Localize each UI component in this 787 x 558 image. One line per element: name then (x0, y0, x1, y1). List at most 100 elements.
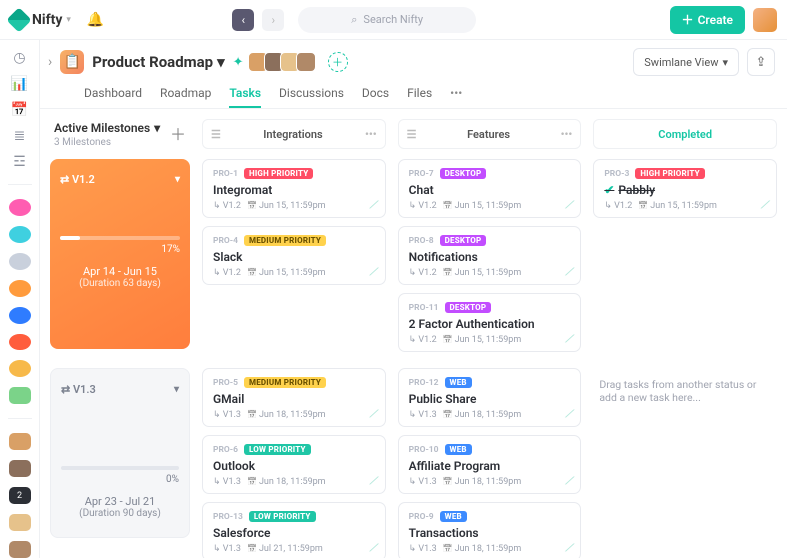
priority-pill: DESKTOP (440, 235, 487, 246)
task-card[interactable]: PRO-7 DESKTOP Chat ↳ V1.2 Jun 15, 11:59p… (398, 159, 582, 218)
milestone-version[interactable]: ⇄ V1.2▾ (60, 173, 180, 186)
task-title: Public Share (409, 392, 571, 406)
tab-dashboard[interactable]: Dashboard (84, 80, 142, 108)
tab-roadmap[interactable]: Roadmap (160, 80, 211, 108)
column-header-integrations[interactable]: ☰ Integrations ••• (202, 119, 386, 149)
assignee-icon[interactable]: ⟋ (370, 476, 377, 487)
task-title: GMail (213, 392, 375, 406)
calendar-icon[interactable]: 📅 (11, 102, 29, 118)
task-version: ↳ V1.3 (409, 544, 437, 554)
user-chip[interactable] (9, 433, 31, 450)
view-label: Swimlane View (644, 56, 718, 69)
column-menu-icon[interactable]: ••• (561, 128, 573, 141)
task-version: ↳ V1.3 (213, 410, 241, 420)
milestones-dropdown[interactable]: Active Milestones ▾ (54, 121, 160, 135)
task-id: PRO-1 (213, 169, 238, 179)
task-card[interactable]: PRO-13 LOW PRIORITY Salesforce ↳ V1.3 Ju… (202, 502, 386, 558)
milestone-duration: (Duration 63 days) (60, 278, 180, 289)
task-version: ↳ V1.2 (213, 201, 241, 211)
search-input[interactable]: ⌕ Search Nifty (298, 7, 476, 33)
nav-forward-button[interactable]: › (262, 9, 284, 31)
user-chip[interactable] (9, 460, 31, 477)
assignee-icon[interactable]: ⟋ (565, 267, 572, 278)
task-card[interactable]: PRO-12 WEB Public Share ↳ V1.3 Jun 18, 1… (398, 368, 582, 427)
priority-pill: WEB (445, 444, 472, 455)
milestone-card[interactable]: ⇄ V1.2▾ 17% Apr 14 - Jun 15 (Duration 63… (50, 159, 190, 349)
assignee-icon[interactable]: ⟋ (370, 267, 377, 278)
assignee-icon[interactable]: ⟋ (370, 200, 377, 211)
tasks-icon[interactable]: ☲ (11, 154, 29, 170)
priority-pill: LOW PRIORITY (249, 511, 316, 522)
task-card[interactable]: PRO-1 HIGH PRIORITY Integromat ↳ V1.2 Ju… (202, 159, 386, 218)
task-card[interactable]: PRO-8 DESKTOP Notifications ↳ V1.2 Jun 1… (398, 226, 582, 285)
task-card[interactable]: PRO-9 WEB Transactions ↳ V1.3 Jun 18, 11… (398, 502, 582, 558)
user-chip[interactable] (9, 514, 31, 531)
user-chip[interactable] (9, 541, 31, 558)
nav-back-button[interactable]: ‹ (232, 9, 254, 31)
task-card[interactable]: PRO-4 MEDIUM PRIORITY Slack ↳ V1.2 Jun 1… (202, 226, 386, 285)
compass-icon[interactable]: ◷ (11, 50, 29, 66)
breadcrumb-back[interactable]: › (48, 54, 52, 70)
view-selector[interactable]: Swimlane View ▾ (633, 48, 739, 76)
milestone-version[interactable]: ⇄ V1.3▾ (61, 383, 179, 396)
share-button[interactable]: ⇪ (747, 48, 775, 76)
empty-drop-hint[interactable]: Drag tasks from another status or add a … (593, 368, 777, 414)
workspace-chip[interactable] (9, 360, 31, 377)
workspace-chip[interactable] (9, 280, 31, 297)
assignee-icon[interactable]: ⟋ (565, 543, 572, 554)
workspace-chip[interactable] (9, 307, 31, 324)
column-header-completed[interactable]: Completed (593, 119, 777, 149)
tab-docs[interactable]: Docs (362, 80, 389, 108)
milestone-range: Apr 23 - Jul 21 (61, 495, 179, 508)
assignee-icon[interactable]: ⟋ (565, 476, 572, 487)
user-avatar[interactable] (753, 8, 777, 32)
assignee-icon[interactable]: ⟋ (761, 200, 768, 211)
project-title[interactable]: Product Roadmap ▾ (92, 53, 224, 71)
task-id: PRO-13 (213, 512, 243, 522)
workspace-chip[interactable] (9, 226, 31, 243)
task-card[interactable]: PRO-3 HIGH PRIORITY ✔Pabbly ↳ V1.2 Jun 1… (593, 159, 777, 218)
priority-pill: LOW PRIORITY (244, 444, 311, 455)
notifications-icon[interactable]: 🔔 (87, 12, 104, 28)
add-member-button[interactable]: ＋ (328, 52, 348, 72)
workspace-chip[interactable] (9, 253, 31, 270)
project-tabs: Dashboard Roadmap Tasks Discussions Docs… (40, 76, 787, 109)
column-header-features[interactable]: ☰ Features ••• (398, 119, 582, 149)
tab-tasks[interactable]: Tasks (229, 80, 261, 108)
workspace-chip[interactable] (9, 199, 31, 216)
assignee-icon[interactable]: ⟋ (565, 409, 572, 420)
user-chip[interactable]: 2 (9, 487, 31, 504)
task-card[interactable]: PRO-6 LOW PRIORITY Outlook ↳ V1.3 Jun 18… (202, 435, 386, 494)
assignee-icon[interactable]: ⟋ (370, 543, 377, 554)
milestone-card[interactable]: ⇄ V1.3▾ 0% Apr 23 - Jul 21 (Duration 90 … (50, 368, 190, 538)
tab-files[interactable]: Files (407, 80, 432, 108)
create-button[interactable]: ＋ Create (670, 6, 745, 34)
milestones-count: 3 Milestones (54, 137, 160, 148)
automation-icon[interactable]: ✦ (233, 55, 244, 70)
analytics-icon[interactable]: 📊 (11, 76, 29, 92)
user-chip[interactable] (9, 387, 31, 404)
tab-discussions[interactable]: Discussions (279, 80, 344, 108)
column-menu-icon[interactable]: ••• (365, 128, 377, 141)
task-card[interactable]: PRO-11 DESKTOP 2 Factor Authentication ↳… (398, 293, 582, 352)
task-id: PRO-12 (409, 378, 439, 388)
milestone-pct: 0% (61, 474, 179, 485)
column-lead-icon: ☰ (407, 128, 417, 141)
add-milestone-button[interactable]: ＋ (166, 121, 190, 145)
brand-menu[interactable]: Nifty ▾ (10, 11, 71, 29)
workspace-chip[interactable] (9, 334, 31, 351)
assignee-icon[interactable]: ⟋ (370, 409, 377, 420)
task-id: PRO-3 (604, 169, 629, 179)
task-card[interactable]: PRO-10 WEB Affiliate Program ↳ V1.3 Jun … (398, 435, 582, 494)
list-icon[interactable]: ≣ (11, 128, 29, 144)
assignee-icon[interactable]: ⟋ (565, 200, 572, 211)
tab-more[interactable]: ••• (450, 80, 462, 108)
task-due: Jul 21, 11:59pm (247, 544, 323, 554)
column-label: Integrations (263, 128, 322, 141)
task-title: ✔Pabbly (604, 183, 766, 197)
task-id: PRO-9 (409, 512, 434, 522)
create-label: Create (698, 13, 733, 27)
task-card[interactable]: PRO-5 MEDIUM PRIORITY GMail ↳ V1.3 Jun 1… (202, 368, 386, 427)
assignee-icon[interactable]: ⟋ (565, 334, 572, 345)
members-facepile[interactable] (252, 52, 316, 72)
